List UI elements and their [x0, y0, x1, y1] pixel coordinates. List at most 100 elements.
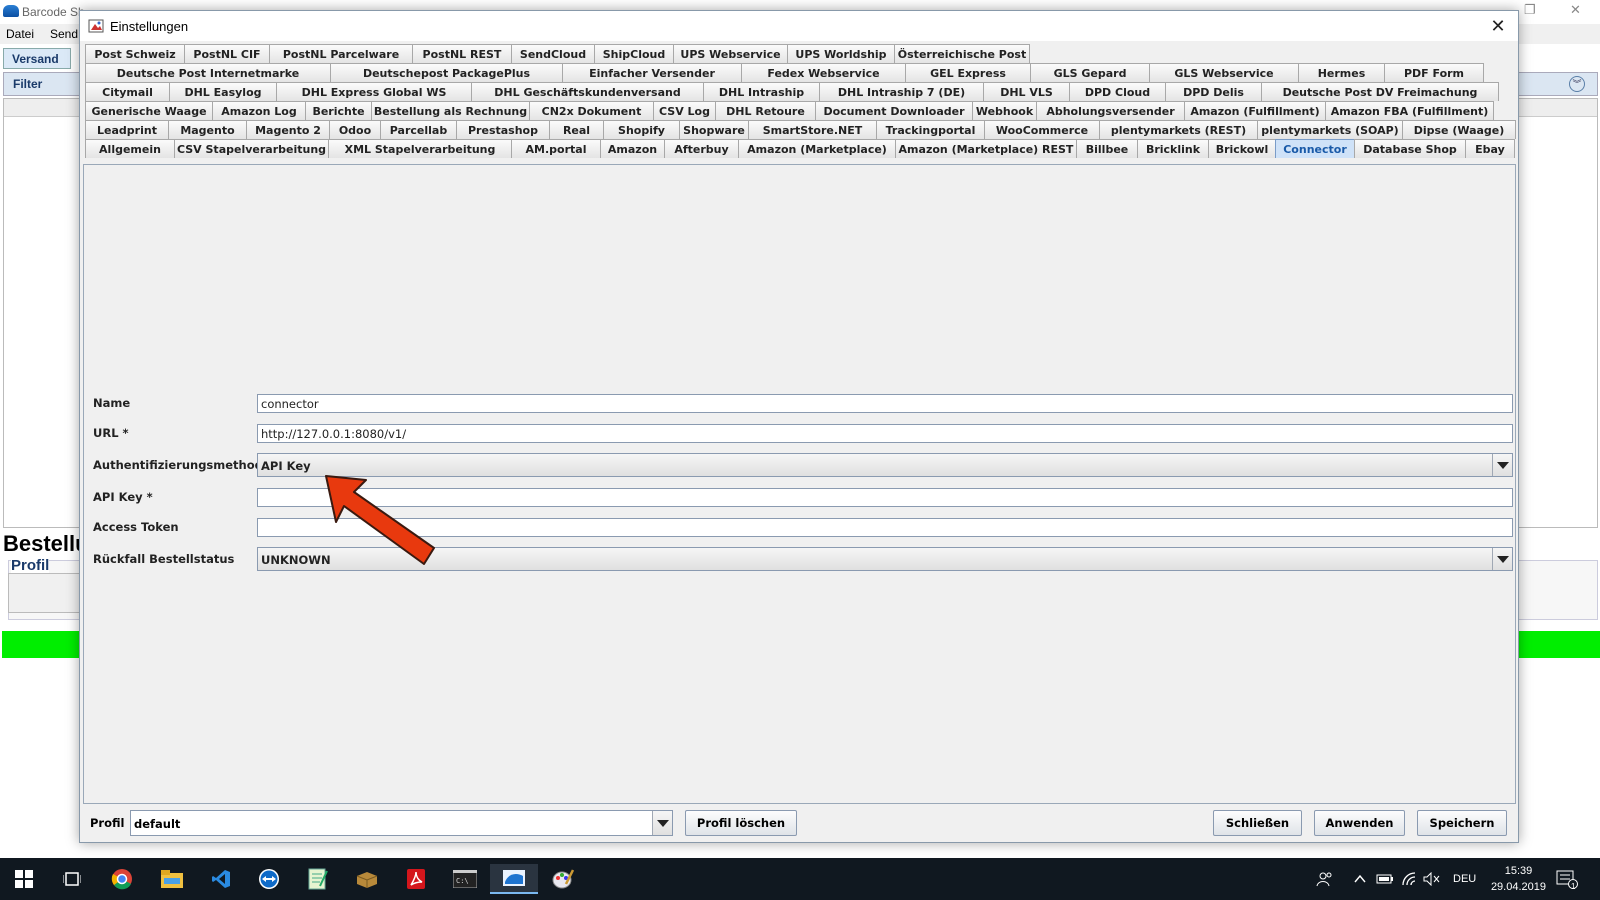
tab-bestellung-als-rechnung[interactable]: Bestellung als Rechnung	[371, 101, 530, 120]
delete-profile-button[interactable]: Profil löschen	[685, 810, 797, 836]
tab-magento-2[interactable]: Magento 2	[246, 120, 330, 139]
language-indicator[interactable]: DEU	[1453, 858, 1476, 900]
tab-odoo[interactable]: Odoo	[329, 120, 381, 139]
tab-dhl-retoure[interactable]: DHL Retoure	[715, 101, 816, 120]
tab-afterbuy[interactable]: Afterbuy	[664, 139, 739, 158]
notepad-icon[interactable]	[294, 864, 342, 894]
chevron-down-icon[interactable]	[1492, 454, 1512, 476]
tab-shopify[interactable]: Shopify	[603, 120, 680, 139]
tab-amazon[interactable]: Amazon	[600, 139, 665, 158]
terminal-icon[interactable]: C:\	[441, 864, 489, 894]
tab-amazon-fulfillment[interactable]: Amazon (Fulfillment)	[1184, 101, 1326, 120]
tab-amazon-log[interactable]: Amazon Log	[212, 101, 306, 120]
apply-button[interactable]: Anwenden	[1314, 810, 1405, 836]
tab-deutschepost-packageplus[interactable]: Deutschepost PackagePlus	[330, 63, 563, 82]
profil-select[interactable]: default	[130, 810, 673, 836]
tab-postnl-cif[interactable]: PostNL CIF	[184, 44, 270, 63]
paint-icon[interactable]	[539, 864, 587, 894]
save-button[interactable]: Speichern	[1417, 810, 1507, 836]
chevron-up-icon[interactable]	[1354, 858, 1366, 900]
chrome-icon[interactable]	[98, 864, 146, 894]
tab-xml-stapelverarbeitung[interactable]: XML Stapelverarbeitung	[328, 139, 512, 158]
wifi-icon[interactable]	[1401, 858, 1417, 900]
volume-muted-icon[interactable]	[1423, 858, 1441, 900]
tab-csv-stapelverarbeitung[interactable]: CSV Stapelverarbeitung	[174, 139, 329, 158]
tab-versand[interactable]: Versand	[3, 48, 71, 69]
tab-dhl-intraship[interactable]: DHL Intraship	[703, 82, 820, 101]
tab-billbee[interactable]: Billbee	[1076, 139, 1138, 158]
tab-einfacher-versender[interactable]: Einfacher Versender	[562, 63, 742, 82]
tab-trackingportal[interactable]: Trackingportal	[876, 120, 985, 139]
tab-magento[interactable]: Magento	[168, 120, 247, 139]
tab-citymail[interactable]: Citymail	[85, 82, 170, 101]
tab-dipse-waage[interactable]: Dipse (Waage)	[1402, 120, 1516, 139]
url-input[interactable]: http://127.0.0.1:8080/v1/	[257, 424, 1513, 443]
tab-smartstore-net[interactable]: SmartStore.NET	[748, 120, 877, 139]
tab-dpd-delis[interactable]: DPD Delis	[1165, 82, 1262, 101]
tab-real[interactable]: Real	[549, 120, 604, 139]
name-input[interactable]: connector	[257, 394, 1513, 413]
people-icon[interactable]	[1316, 858, 1334, 900]
acrobat-icon[interactable]	[392, 864, 440, 894]
file-explorer-icon[interactable]	[148, 864, 196, 894]
close-button[interactable]: Schließen	[1213, 810, 1302, 836]
tab-ups-webservice[interactable]: UPS Webservice	[673, 44, 788, 63]
restore-icon[interactable]: ❐	[1524, 2, 1536, 18]
tab-document-downloader[interactable]: Document Downloader	[815, 101, 973, 120]
tab-parcellab[interactable]: Parcellab	[380, 120, 457, 139]
tab-ebay[interactable]: Ebay	[1465, 139, 1515, 158]
tab-cn2x-dokument[interactable]: CN2x Dokument	[529, 101, 654, 120]
tab-deutsche-post-internetmarke[interactable]: Deutsche Post Internetmarke	[85, 63, 331, 82]
tab-fedex-webservice[interactable]: Fedex Webservice	[741, 63, 906, 82]
chevron-down-icon[interactable]: ︾	[1569, 76, 1585, 92]
tab-post-schweiz[interactable]: Post Schweiz	[85, 44, 185, 63]
tab-pdf-form[interactable]: PDF Form	[1384, 63, 1484, 82]
teamviewer-icon[interactable]	[245, 864, 293, 894]
dialog-close-icon[interactable]: ✕	[1486, 15, 1510, 37]
tab-dhl-vls[interactable]: DHL VLS	[983, 82, 1070, 101]
vscode-icon[interactable]	[197, 864, 245, 894]
tab-berichte[interactable]: Berichte	[305, 101, 372, 120]
tab-postnl-parcelware[interactable]: PostNL Parcelware	[269, 44, 413, 63]
tab-plentymarkets-rest[interactable]: plentymarkets (REST)	[1099, 120, 1258, 139]
tab-gls-gepard[interactable]: GLS Gepard	[1030, 63, 1150, 82]
menu-send[interactable]: Send	[50, 27, 78, 41]
tab-postnl-rest[interactable]: PostNL REST	[412, 44, 512, 63]
chevron-down-icon[interactable]	[1492, 548, 1512, 570]
tab-österreichische-post[interactable]: Österreichische Post	[894, 44, 1030, 63]
tab-webhook[interactable]: Webhook	[972, 101, 1037, 120]
tab-dhl-intraship-7-de[interactable]: DHL Intraship 7 (DE)	[819, 82, 984, 101]
tab-prestashop[interactable]: Prestashop	[456, 120, 550, 139]
barcode-shipping-icon[interactable]	[490, 864, 538, 894]
tab-plentymarkets-soap[interactable]: plentymarkets (SOAP)	[1257, 120, 1403, 139]
tab-sendcloud[interactable]: SendCloud	[511, 44, 595, 63]
start-icon[interactable]	[0, 864, 48, 894]
tab-deutsche-post-dv-freimachung[interactable]: Deutsche Post DV Freimachung	[1261, 82, 1499, 101]
tab-dpd-cloud[interactable]: DPD Cloud	[1069, 82, 1166, 101]
tab-gls-webservice[interactable]: GLS Webservice	[1149, 63, 1299, 82]
tab-generische-waage[interactable]: Generische Waage	[85, 101, 213, 120]
tab-woocommerce[interactable]: WooCommerce	[984, 120, 1100, 139]
tab-gel-express[interactable]: GEL Express	[905, 63, 1031, 82]
tab-am-portal[interactable]: AM.portal	[511, 139, 601, 158]
tab-shopware[interactable]: Shopware	[679, 120, 749, 139]
tab-amazon-fba-fulfillment[interactable]: Amazon FBA (Fulfillment)	[1325, 101, 1494, 120]
tab-csv-log[interactable]: CSV Log	[653, 101, 716, 120]
tab-connector[interactable]: Connector	[1275, 139, 1355, 158]
tab-amazon-marketplace-rest[interactable]: Amazon (Marketplace) REST	[895, 139, 1077, 158]
task-view-icon[interactable]	[48, 864, 96, 894]
package-icon[interactable]	[343, 864, 391, 894]
tab-abholungsversender[interactable]: Abholungsversender	[1036, 101, 1185, 120]
tab-ups-worldship[interactable]: UPS Worldship	[787, 44, 895, 63]
tab-leadprint[interactable]: Leadprint	[85, 120, 169, 139]
tab-dhl-geschäftskundenversand[interactable]: DHL Geschäftskundenversand	[471, 82, 704, 101]
tab-shipcloud[interactable]: ShipCloud	[594, 44, 674, 63]
tab-brickowl[interactable]: Brickowl	[1208, 139, 1276, 158]
menu-datei[interactable]: Datei	[6, 27, 34, 41]
tab-hermes[interactable]: Hermes	[1298, 63, 1385, 82]
clock[interactable]: 15:39 29.04.2019	[1491, 863, 1546, 895]
notification-center-icon[interactable]: 1	[1556, 858, 1578, 900]
tab-allgemein[interactable]: Allgemein	[85, 139, 175, 158]
close-icon[interactable]: ✕	[1570, 2, 1581, 18]
tab-database-shop[interactable]: Database Shop	[1354, 139, 1466, 158]
